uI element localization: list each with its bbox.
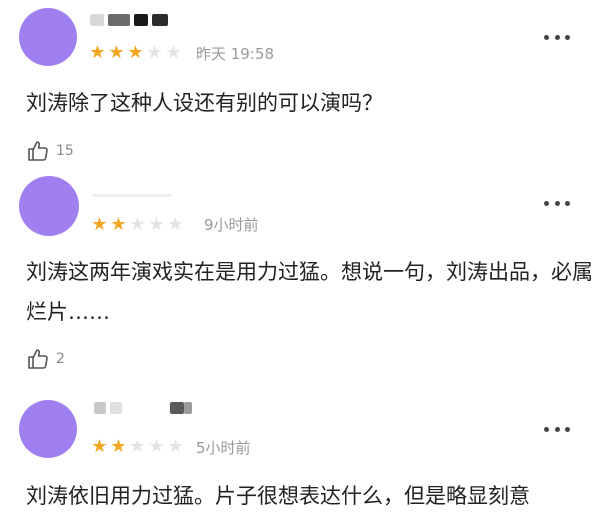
comment-time: 9小时前 xyxy=(204,216,259,234)
star-icon: ★ xyxy=(148,214,165,235)
rating-stars: ★ ★ ★ ★ ★ xyxy=(90,216,185,234)
star-icon: ★ xyxy=(110,214,127,235)
avatar[interactable] xyxy=(19,176,79,236)
more-dots-icon[interactable] xyxy=(544,424,570,434)
comment-time: 5小时前 xyxy=(196,439,251,457)
thumbs-up-icon xyxy=(28,349,48,369)
star-icon: ★ xyxy=(167,214,184,235)
rating-stars: ★ ★ ★ ★ ★ xyxy=(88,44,183,62)
thumbs-up-icon xyxy=(28,141,48,161)
star-icon: ★ xyxy=(110,436,127,457)
like-count: 2 xyxy=(56,351,65,367)
star-icon: ★ xyxy=(129,214,146,235)
avatar[interactable] xyxy=(19,8,77,66)
star-icon: ★ xyxy=(89,42,106,63)
like-button[interactable]: 2 xyxy=(26,346,65,372)
star-icon: ★ xyxy=(127,42,144,63)
star-icon: ★ xyxy=(148,436,165,457)
avatar[interactable] xyxy=(19,400,77,458)
comment-text: 刘涛依旧用力过猛。片子很想表达什么，但是略显刻意 xyxy=(26,484,530,508)
username-masked xyxy=(94,402,194,414)
like-count: 15 xyxy=(56,143,74,159)
more-dots-icon[interactable] xyxy=(544,32,570,42)
star-icon: ★ xyxy=(91,436,108,457)
comment-feed: ★ ★ ★ ★ ★ 昨天 19:58 刘涛除了这种人设还有别的可以演吗？ 15 ★ ★ ★ ★… xyxy=(0,0,600,527)
star-icon: ★ xyxy=(91,214,108,235)
comment-text: 刘涛这两年演戏实在是用力过猛。想说一句，刘涛出品，必属烂片…… xyxy=(26,260,593,324)
rating-stars: ★ ★ ★ ★ ★ xyxy=(90,438,185,456)
star-icon: ★ xyxy=(129,436,146,457)
like-button[interactable]: 15 xyxy=(26,138,74,164)
more-dots-icon[interactable] xyxy=(544,198,570,208)
star-icon: ★ xyxy=(167,436,184,457)
star-icon: ★ xyxy=(108,42,125,63)
username-masked xyxy=(92,188,172,200)
star-icon: ★ xyxy=(165,42,182,63)
comment-time: 昨天 19:58 xyxy=(196,45,274,63)
star-icon: ★ xyxy=(146,42,163,63)
username-masked xyxy=(90,14,190,26)
comment-text: 刘涛除了这种人设还有别的可以演吗？ xyxy=(26,91,383,115)
